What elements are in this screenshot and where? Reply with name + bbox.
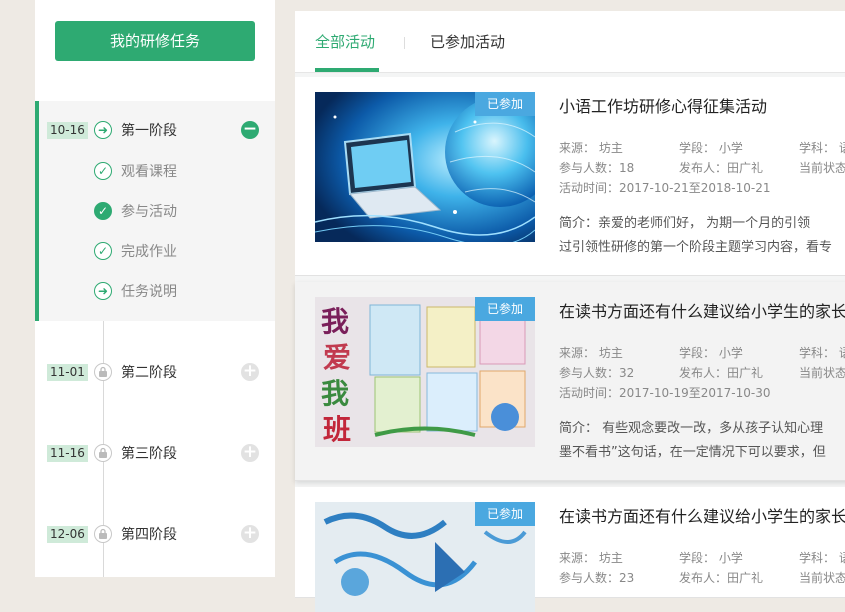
activity-source: 来源： 坊主	[559, 141, 623, 155]
my-training-tasks-button[interactable]: 我的研修任务	[55, 21, 255, 61]
task-label: 参与活动	[121, 204, 177, 220]
collapse-icon[interactable]: −	[241, 121, 259, 139]
arrow-right-icon: ➜	[94, 282, 112, 300]
stage-label: 第三阶段	[121, 446, 177, 462]
task-finish-homework[interactable]: ✓ 完成作业	[35, 241, 275, 263]
activity-intro-line1: 简介：亲爱的老师们好， 为期一个月的引领	[559, 216, 811, 231]
activity-participants: 参与人数：32	[559, 366, 635, 380]
activity-thumbnail[interactable]: 我 爱 我 班 已参加	[315, 297, 535, 447]
activity-source: 来源： 坊主	[559, 551, 623, 565]
activity-publisher: 发布人：田广礼	[679, 161, 764, 175]
stage-2-row[interactable]: 11-01 第二阶段 +	[35, 362, 275, 384]
activity-status: 当前状态	[799, 366, 845, 380]
thumb-char: 班	[323, 413, 351, 446]
activity-title[interactable]: 在读书方面还有什么建议给小学生的家长	[559, 301, 845, 323]
joined-badge: 已参加	[475, 502, 535, 526]
stage-date-badge: 10-16	[47, 122, 88, 139]
activity-source: 来源： 坊主	[559, 346, 623, 360]
expand-icon[interactable]: +	[241, 525, 259, 543]
stage-date-badge: 11-16	[47, 445, 88, 462]
thumb-char: 爱	[323, 341, 351, 374]
lock-icon	[94, 363, 112, 381]
expand-icon[interactable]: +	[241, 444, 259, 462]
joined-badge: 已参加	[475, 92, 535, 116]
activity-thumbnail[interactable]: 已参加	[315, 502, 535, 612]
expand-icon[interactable]: +	[241, 363, 259, 381]
activity-stage: 学段： 小学	[679, 141, 743, 155]
activity-time: 活动时间：2017-10-19至2017-10-30	[559, 386, 771, 400]
stage-1-row[interactable]: 10-16 ➜ 第一阶段 −	[35, 120, 275, 142]
tab-joined-activities[interactable]: 已参加活动	[430, 31, 505, 53]
task-label: 观看课程	[121, 164, 177, 180]
activity-card[interactable]: 已参加 小语工作坊研修心得征集活动 来源： 坊主 学段： 小学 学科： 语 参与…	[295, 77, 845, 276]
tab-all-activities[interactable]: 全部活动	[315, 31, 375, 53]
tab-bar: 全部活动 已参加活动	[295, 11, 845, 73]
task-label: 任务说明	[121, 284, 177, 300]
activity-status: 当前状态	[799, 571, 845, 585]
activity-publisher: 发布人：田广礼	[679, 366, 764, 380]
activity-stage: 学段： 小学	[679, 551, 743, 565]
activity-thumbnail[interactable]: 已参加	[315, 92, 535, 242]
activity-participants: 参与人数：23	[559, 571, 635, 585]
stage-4-row[interactable]: 12-06 第四阶段 +	[35, 524, 275, 546]
activity-subject: 学科： 语	[799, 551, 845, 565]
task-watch-course[interactable]: ✓ 观看课程	[35, 161, 275, 183]
stage-label: 第一阶段	[121, 123, 177, 139]
arrow-right-icon: ➜	[94, 121, 112, 139]
joined-badge: 已参加	[475, 297, 535, 321]
activity-title[interactable]: 在读书方面还有什么建议给小学生的家长	[559, 506, 845, 528]
thumb-char: 我	[321, 305, 349, 338]
active-tab-indicator	[315, 68, 379, 72]
stage-label: 第四阶段	[121, 527, 177, 543]
task-description[interactable]: ➜ 任务说明	[35, 281, 275, 303]
activity-subject: 学科： 语	[799, 346, 845, 360]
check-filled-icon: ✓	[94, 202, 112, 220]
lock-icon	[94, 444, 112, 462]
activity-intro-line2: 过引领性研修的第一个阶段主题学习内容，看专	[559, 240, 833, 255]
sidebar: 我的研修任务 10-16 ➜ 第一阶段 − ✓ 观看课程 ✓ 参与活动 ✓ 完成…	[35, 0, 275, 577]
activity-participants: 参与人数：18	[559, 161, 635, 175]
stage-date-badge: 12-06	[47, 526, 88, 543]
task-label: 完成作业	[121, 244, 177, 260]
tab-separator	[404, 37, 405, 49]
activity-time: 活动时间：2017-10-21至2018-10-21	[559, 181, 771, 195]
activity-stage: 学段： 小学	[679, 346, 743, 360]
main-panel: 全部活动 已参加活动 已参加 小语工作坊研修心得征集活动 来源： 坊主 学段： …	[295, 11, 845, 612]
stage-label: 第二阶段	[121, 365, 177, 381]
thumb-char: 我	[321, 377, 349, 410]
lock-icon	[94, 525, 112, 543]
activity-status: 当前状态	[799, 161, 845, 175]
stage-date-badge: 11-01	[47, 364, 88, 381]
task-join-activity[interactable]: ✓ 参与活动	[35, 201, 275, 223]
activity-card[interactable]: 已参加 在读书方面还有什么建议给小学生的家长 来源： 坊主 学段： 小学 学科：…	[295, 487, 845, 612]
activity-intro-line1: 简介： 有些观念要改一改，多从孩子认知心理	[559, 421, 824, 436]
activity-publisher: 发布人：田广礼	[679, 571, 764, 585]
check-circle-icon: ✓	[94, 162, 112, 180]
activity-title[interactable]: 小语工作坊研修心得征集活动	[559, 96, 845, 118]
activity-intro-line2: 墨不看书”这句话，在一定情况下可以要求，但	[559, 445, 826, 460]
activity-subject: 学科： 语	[799, 141, 845, 155]
activity-card[interactable]: 我 爱 我 班 已参加 在读书方面还有什么建议给小学生的家长 来源： 坊主 学段…	[295, 282, 845, 481]
stage-3-row[interactable]: 11-16 第三阶段 +	[35, 443, 275, 465]
check-circle-icon: ✓	[94, 242, 112, 260]
